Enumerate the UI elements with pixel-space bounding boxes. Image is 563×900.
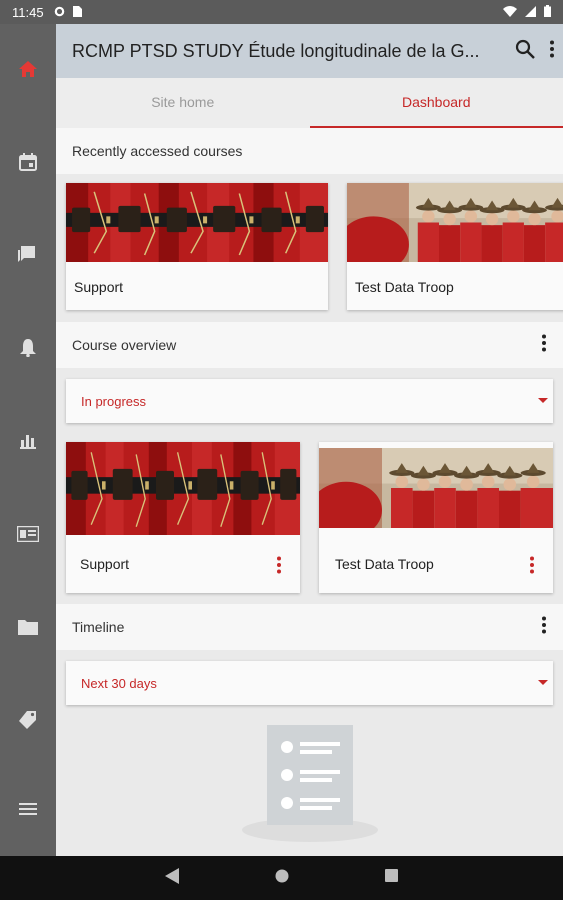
more-vert-icon[interactable]: [541, 616, 547, 637]
notifications-icon[interactable]: [0, 328, 56, 368]
calendar-icon[interactable]: [0, 142, 56, 182]
tab-site-home[interactable]: Site home: [56, 78, 310, 128]
timeline-header: Timeline: [56, 604, 563, 650]
home-icon[interactable]: [0, 49, 56, 89]
search-icon[interactable]: [515, 39, 535, 64]
course-filter-value: In progress: [81, 393, 147, 409]
battery-icon: [544, 4, 551, 20]
settings-icon: [54, 5, 65, 20]
empty-list-illustration: [242, 725, 378, 843]
dropdown-caret-icon: [538, 680, 548, 685]
recents-icon[interactable]: [385, 869, 398, 887]
course-options-icon[interactable]: [529, 556, 535, 579]
tab-bar: Site home Dashboard: [56, 78, 563, 128]
timeline-title: Timeline: [72, 619, 125, 635]
side-menu: [0, 24, 56, 856]
page-title: RCMP PTSD STUDY Étude longitudinale de l…: [72, 40, 480, 61]
course-name: Test Data Troop: [355, 279, 454, 295]
app-bar: RCMP PTSD STUDY Étude longitudinale de l…: [56, 24, 563, 78]
course-image: [347, 183, 563, 262]
course-image: [319, 442, 553, 535]
timeline-filter-value: Next 30 days: [81, 675, 157, 691]
recent-courses-header: Recently accessed courses: [56, 128, 563, 174]
course-filter-select[interactable]: In progress: [66, 379, 553, 423]
signal-icon: [525, 5, 536, 20]
more-vert-icon[interactable]: [549, 40, 555, 63]
dashboard-content: Recently accessed courses Support Test D…: [56, 128, 563, 856]
home-button-icon[interactable]: [275, 869, 289, 888]
messages-icon[interactable]: [0, 235, 56, 275]
course-image: [66, 442, 300, 535]
overview-course-card-support[interactable]: Support: [66, 442, 300, 593]
status-bar: 11:45: [0, 0, 563, 24]
wifi-icon: [503, 5, 517, 20]
recent-courses-title: Recently accessed courses: [72, 143, 243, 159]
status-time: 11:45: [12, 4, 44, 20]
tag-icon[interactable]: [0, 700, 56, 740]
course-overview-title: Course overview: [72, 337, 177, 353]
overview-course-card-test-data-troop[interactable]: Test Data Troop: [319, 442, 553, 593]
course-name: Test Data Troop: [335, 556, 434, 572]
course-options-icon[interactable]: [276, 556, 282, 579]
menu-icon[interactable]: [0, 789, 56, 829]
timeline-filter-select[interactable]: Next 30 days: [66, 661, 553, 705]
course-overview-header: Course overview: [56, 322, 563, 368]
back-icon[interactable]: [165, 867, 179, 889]
course-name: Support: [74, 279, 124, 295]
folder-icon[interactable]: [0, 607, 56, 647]
contact-card-icon[interactable]: [0, 514, 56, 554]
dropdown-caret-icon: [538, 398, 548, 403]
system-nav-bar: [0, 856, 563, 900]
tab-dashboard[interactable]: Dashboard: [309, 78, 563, 128]
more-vert-icon[interactable]: [541, 334, 547, 355]
course-image: [66, 183, 328, 262]
sim-card-icon: [72, 5, 82, 20]
recent-course-card-test-data-troop[interactable]: Test Data Troop: [347, 183, 563, 310]
recent-course-card-support[interactable]: Support: [66, 183, 328, 310]
grades-icon[interactable]: [0, 421, 56, 461]
course-name: Support: [80, 556, 130, 572]
